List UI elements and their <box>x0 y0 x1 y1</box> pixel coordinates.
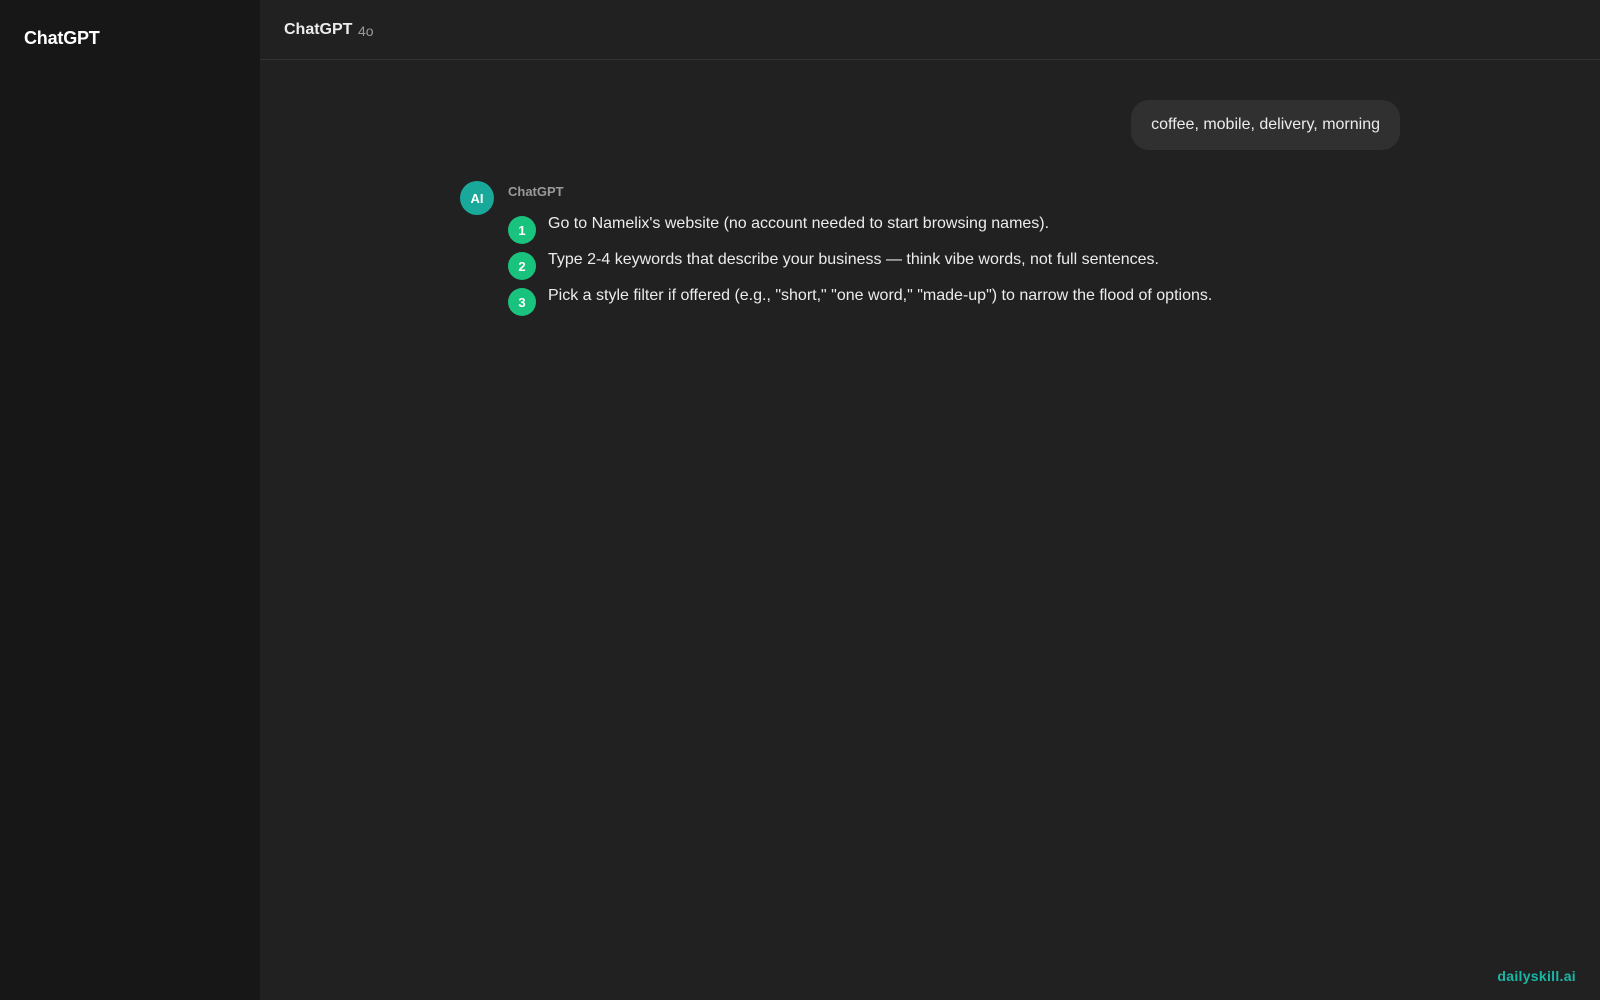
header-title[interactable]: ChatGPT <box>284 21 352 39</box>
step-number-badge: 1 <box>508 216 536 244</box>
step-item: 2 Type 2-4 keywords that describe your b… <box>508 250 1268 286</box>
sidebar-brand[interactable]: ChatGPT <box>24 28 100 49</box>
step-number-badge: 2 <box>508 252 536 280</box>
step-item: 3 Pick a style filter if offered (e.g., … <box>508 286 1268 322</box>
user-message: coffee, mobile, delivery, morning <box>1131 100 1400 150</box>
steps-list: 1 Go to Namelix's website (no account ne… <box>508 214 1268 322</box>
step-item: 1 Go to Namelix's website (no account ne… <box>508 214 1268 250</box>
app-window: ChatGPT ChatGPT 4o coffee, mobile, deliv… <box>0 0 1600 1000</box>
chat-main: ChatGPT 4o coffee, mobile, delivery, mor… <box>260 0 1600 1000</box>
chat-header: ChatGPT 4o <box>260 0 1600 60</box>
sidebar: ChatGPT <box>0 0 260 1000</box>
assistant-name: ChatGPT <box>508 184 564 199</box>
model-selector[interactable]: 4o <box>358 23 374 39</box>
watermark: dailyskill.ai <box>1497 968 1576 984</box>
step-number-badge: 3 <box>508 288 536 316</box>
step-text: Go to Namelix's website (no account need… <box>548 215 1050 232</box>
assistant-avatar: AI <box>460 181 494 215</box>
step-text: Type 2-4 keywords that describe your bus… <box>548 251 1159 268</box>
step-text: Pick a style filter if offered (e.g., "s… <box>548 287 1213 304</box>
